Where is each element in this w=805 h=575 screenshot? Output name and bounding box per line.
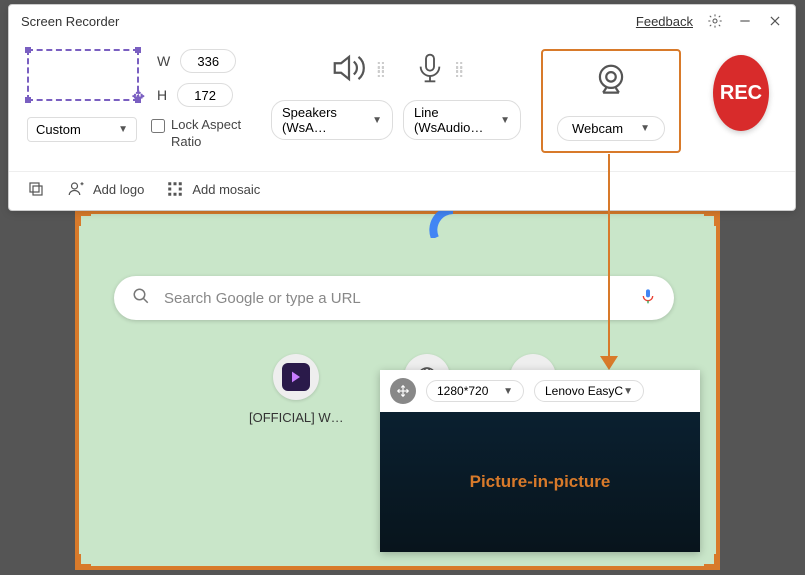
chevron-down-icon: ▼ [372, 115, 382, 126]
pip-controls-row: 1280*720 ▼ Lenovo EasyC ▼ [380, 370, 700, 412]
webcam-select[interactable]: Webcam ▼ [557, 116, 665, 141]
region-corner-tl[interactable] [77, 212, 91, 226]
search-placeholder: Search Google or type a URL [164, 290, 626, 307]
chevron-down-icon: ▼ [118, 124, 128, 135]
settings-icon[interactable] [707, 13, 723, 29]
minimize-icon[interactable] [737, 13, 753, 29]
speaker-select-value: Speakers (WsA… [282, 105, 372, 135]
chevron-down-icon: ▼ [500, 115, 510, 126]
mic-icon[interactable] [640, 286, 656, 311]
width-input[interactable] [180, 49, 236, 73]
record-button[interactable]: REC [713, 55, 769, 131]
crop-tool[interactable] [27, 180, 45, 198]
height-label: H [157, 87, 167, 103]
add-logo-label: Add logo [93, 182, 144, 197]
secondary-toolbar: Add logo Add mosaic [9, 171, 795, 210]
chevron-down-icon: ▼ [640, 123, 650, 134]
close-icon[interactable] [767, 13, 783, 29]
lock-aspect-label: Lock Aspect Ratio [171, 117, 251, 151]
pip-preview-area: Picture-in-picture [380, 412, 700, 552]
pip-resolution-value: 1280*720 [437, 384, 488, 398]
width-label: W [157, 53, 170, 69]
speaker-device-select[interactable]: Speakers (WsA… ▼ [271, 100, 393, 140]
webcam-label: Webcam [572, 121, 623, 136]
webcam-section-highlighted: Webcam ▼ [541, 49, 681, 153]
main-controls: ✥ W H Custom ▼ [9, 37, 795, 171]
feedback-link[interactable]: Feedback [636, 14, 693, 29]
region-section: ✥ W H [27, 49, 251, 107]
speaker-icon[interactable] [330, 49, 368, 92]
move-handle-icon[interactable]: ✥ [132, 87, 145, 107]
region-preset-select[interactable]: Custom ▼ [27, 117, 137, 142]
audio-icons: ⠿⠿ ⠿⠿ [310, 49, 483, 92]
mic-device-select[interactable]: Line (WsAudio… ▼ [403, 100, 521, 140]
mic-select-value: Line (WsAudio… [414, 105, 500, 135]
microphone-icon[interactable] [414, 49, 446, 92]
chevron-down-icon: ▼ [623, 386, 633, 397]
add-mosaic-tool[interactable]: Add mosaic [166, 180, 260, 198]
callout-arrow-line [608, 154, 610, 364]
height-input[interactable] [177, 83, 233, 107]
browser-search-bar[interactable]: Search Google or type a URL [114, 276, 674, 320]
pip-caption: Picture-in-picture [470, 472, 611, 492]
shortcut-tile-official[interactable]: [OFFICIAL] W… [249, 354, 344, 425]
pip-resolution-select[interactable]: 1280*720 ▼ [426, 380, 524, 402]
lock-aspect-input[interactable] [151, 119, 165, 133]
tile-label: [OFFICIAL] W… [249, 410, 344, 425]
lock-aspect-checkbox[interactable]: Lock Aspect Ratio [151, 117, 251, 151]
preset-value: Custom [36, 122, 81, 137]
pip-camera-select[interactable]: Lenovo EasyC ▼ [534, 380, 644, 402]
dimension-inputs: W H [157, 49, 236, 107]
webcam-pip-panel[interactable]: 1280*720 ▼ Lenovo EasyC ▼ Picture-in-pic… [380, 370, 700, 552]
search-icon [132, 287, 150, 310]
region-preview-box[interactable]: ✥ [27, 49, 139, 101]
app-title: Screen Recorder [21, 14, 119, 29]
region-corner-tr[interactable] [704, 212, 718, 226]
chevron-down-icon: ▼ [503, 386, 513, 397]
rec-label: REC [720, 82, 762, 105]
add-mosaic-label: Add mosaic [192, 182, 260, 197]
region-corner-br[interactable] [704, 554, 718, 568]
pip-move-handle[interactable] [390, 378, 416, 404]
titlebar-actions: Feedback [636, 13, 783, 29]
titlebar: Screen Recorder Feedback [9, 5, 795, 37]
grip-icon[interactable]: ⠿⠿ [454, 66, 462, 76]
app-icon [282, 363, 310, 391]
screen-recorder-window: Screen Recorder Feedback ✥ [8, 4, 796, 211]
webcam-icon[interactable] [591, 61, 631, 104]
add-logo-tool[interactable]: Add logo [67, 180, 144, 198]
tile-icon-bg [273, 354, 319, 400]
region-corner-bl[interactable] [77, 554, 91, 568]
pip-camera-value: Lenovo EasyC [545, 384, 623, 398]
grip-icon[interactable]: ⠿⠿ [376, 66, 384, 76]
callout-arrow-head [600, 356, 618, 370]
